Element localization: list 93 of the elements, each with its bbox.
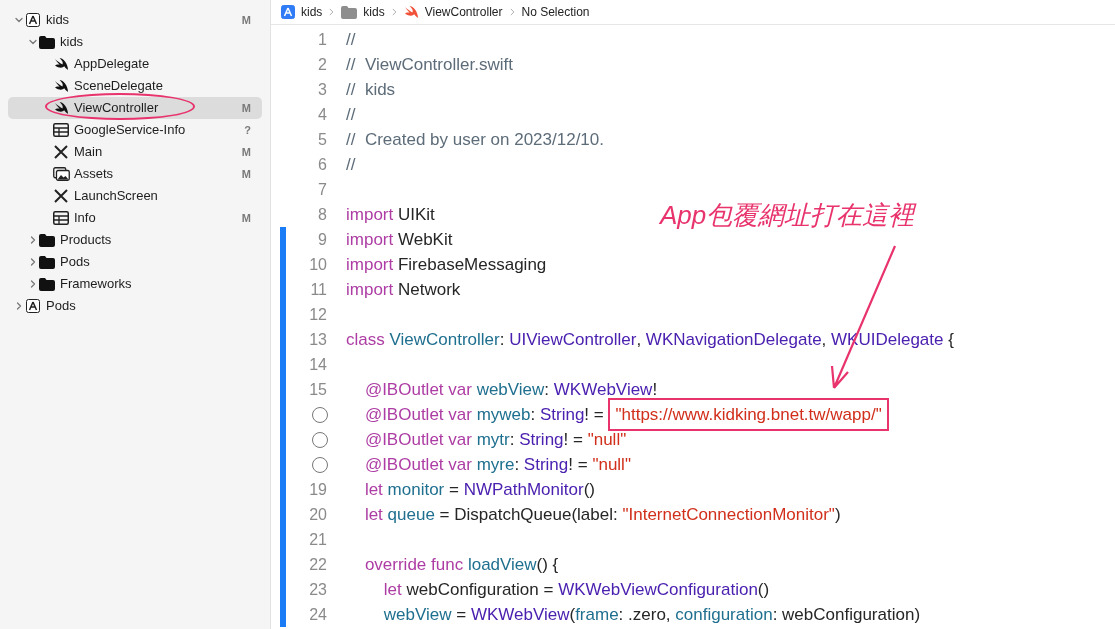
- handwritten-note: App包覆網址打在這裡: [660, 199, 915, 232]
- line-number: 11: [310, 279, 327, 300]
- cross-tools-icon: [54, 145, 68, 159]
- folder-icon: [341, 5, 358, 19]
- line-number: 9: [318, 229, 327, 250]
- code-line: //: [346, 28, 356, 51]
- navigator-item[interactable]: Products: [8, 229, 262, 251]
- navigator-item[interactable]: Frameworks: [8, 273, 262, 295]
- line-number: 24: [309, 604, 327, 625]
- swift-bird-icon: [53, 101, 69, 115]
- breadcrumb-item[interactable]: kids: [281, 3, 323, 21]
- file-name: kids: [46, 11, 70, 30]
- line-number: 21: [309, 529, 327, 550]
- source-control-status: M: [241, 210, 251, 226]
- project-icon: [26, 13, 40, 27]
- navigator-item[interactable]: kids M: [8, 9, 262, 31]
- line-number: 10: [309, 254, 327, 275]
- swift-bird-icon: [53, 79, 69, 93]
- line-number: 3: [318, 79, 327, 100]
- navigator-item[interactable]: kids: [8, 31, 262, 53]
- file-name: Pods: [60, 253, 90, 272]
- line-number: 19: [309, 479, 327, 500]
- navigator-item[interactable]: Main M: [8, 141, 262, 163]
- code-line: import FirebaseMessaging: [346, 253, 547, 276]
- navigator-item[interactable]: AppDelegate: [8, 53, 262, 75]
- line-number: 1: [318, 29, 327, 50]
- line-number: 8: [318, 204, 327, 225]
- project-icon: [26, 299, 40, 313]
- project-icon: [281, 5, 295, 19]
- folder-icon: [39, 277, 55, 291]
- code-line: let monitor = NWPathMonitor(): [363, 478, 595, 501]
- folder-icon: [39, 35, 55, 49]
- code-line: let webConfiguration = WKWebViewConfiguration(): [382, 578, 770, 601]
- file-name: kids: [60, 33, 84, 52]
- navigator-item[interactable]: GoogleService-Info ?: [8, 119, 262, 141]
- file-name: GoogleService-Info: [74, 121, 186, 140]
- code-line: import Network: [346, 278, 461, 301]
- file-name: Main: [74, 143, 103, 162]
- cross-tools-icon: [54, 189, 68, 203]
- file-name: Info: [74, 209, 96, 228]
- source-control-status: M: [241, 100, 251, 116]
- file-name: Assets: [74, 165, 113, 184]
- breadcrumb-item[interactable]: ViewController: [403, 3, 503, 21]
- navigator-item[interactable]: Info M: [8, 207, 262, 229]
- swift-bird-icon: [53, 57, 69, 71]
- navigator-item[interactable]: SceneDelegate: [8, 75, 262, 97]
- breadcrumb-item[interactable]: kids: [341, 3, 385, 21]
- line-number: 13: [309, 329, 327, 350]
- file-name: SceneDelegate: [74, 77, 163, 96]
- source-control-status: ?: [244, 122, 251, 138]
- source-control-status: M: [241, 166, 251, 182]
- swift-bird-icon: [403, 5, 419, 19]
- code-line: // Created by user on 2023/12/10.: [346, 128, 604, 151]
- line-number: 15: [309, 379, 327, 400]
- folder-icon: [39, 233, 55, 247]
- code-line: //: [346, 103, 356, 126]
- file-name: LaunchScreen: [74, 187, 158, 206]
- line-number: 7: [318, 179, 327, 200]
- code-line: import UIKit: [346, 203, 435, 226]
- breadcrumb-item[interactable]: No Selection: [521, 3, 590, 21]
- code-line: @IBOutlet var myre: String! = "null": [363, 453, 631, 476]
- line-number: 4: [318, 104, 327, 125]
- code-line: override func loadView() {: [363, 553, 559, 576]
- line-number: 14: [309, 354, 327, 375]
- code-line: let queue = DispatchQueue(label: "InternetConnectionMonitor"): [363, 503, 841, 526]
- table-icon: [53, 123, 69, 137]
- line-number: 23: [309, 579, 327, 600]
- navigator-item[interactable]: Pods: [8, 251, 262, 273]
- photos-icon: [52, 167, 70, 181]
- code-line: //: [346, 153, 356, 176]
- code-line: webView = WKWebView(frame: .zero, configuration: webConfiguration): [382, 603, 921, 626]
- file-name: ViewController: [74, 98, 159, 118]
- line-number: 22: [309, 554, 327, 575]
- source-control-status: M: [241, 144, 251, 160]
- line-number: 5: [318, 129, 327, 150]
- line-number: 20: [309, 504, 327, 525]
- file-name: AppDelegate: [74, 55, 150, 74]
- source-control-status: M: [241, 12, 251, 28]
- file-name: Pods: [46, 297, 76, 316]
- navigator-item[interactable]: LaunchScreen: [8, 185, 262, 207]
- line-number: 2: [318, 54, 327, 75]
- code-line: // ViewController.swift: [346, 53, 513, 76]
- folder-icon: [39, 255, 55, 269]
- code-line: // kids: [346, 78, 396, 101]
- table-icon: [53, 211, 69, 225]
- boxed-url-string: "https://www.kidking.bnet.tw/wapp/": [608, 397, 889, 432]
- line-number: 12: [309, 304, 327, 325]
- file-name: Products: [60, 231, 112, 250]
- code-line: import WebKit: [346, 228, 453, 251]
- file-name: Frameworks: [60, 275, 132, 294]
- navigator-item[interactable]: Pods: [8, 295, 262, 317]
- navigator-item[interactable]: Assets M: [8, 163, 262, 185]
- line-number: 6: [318, 154, 327, 175]
